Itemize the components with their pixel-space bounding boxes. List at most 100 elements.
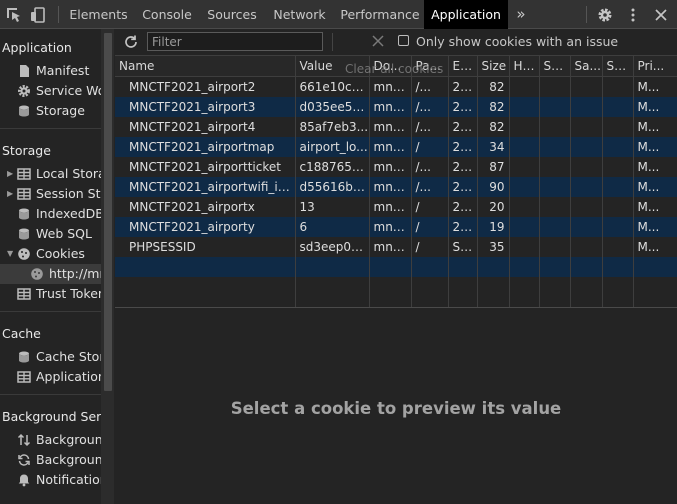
tab-sources[interactable]: Sources	[201, 0, 263, 29]
tab-network[interactable]: Network	[263, 0, 336, 29]
column-header-samesite[interactable]: Sa...	[570, 56, 603, 77]
table-cell: 35	[477, 237, 510, 257]
device-toolbar-icon[interactable]	[29, 6, 47, 24]
table-cell: mnc...	[369, 237, 412, 257]
table-cell: /...	[411, 76, 449, 97]
table-cell: mnc...	[369, 217, 412, 237]
table-cell: 20...	[448, 97, 478, 117]
table-cell: 82	[477, 97, 510, 117]
column-header-name[interactable]: Name	[115, 56, 296, 77]
table-cell: M...	[633, 97, 677, 117]
table-row[interactable]: MNCTF2021_airport4 85af7eb3... mnc.../... 2…	[115, 117, 677, 137]
table-cell	[509, 217, 540, 237]
table-cell	[509, 257, 540, 277]
table-cell	[369, 257, 412, 277]
expand-arrow-icon[interactable]: ▶	[7, 189, 13, 198]
table-cell: 20...	[448, 157, 478, 177]
table-cell	[570, 177, 603, 197]
table-cell: mnc...	[369, 117, 412, 137]
grid-table-icon	[17, 187, 31, 201]
table-cell: MNCTF2021_airportx	[115, 197, 296, 217]
table-cell	[602, 177, 634, 197]
table-cell	[570, 157, 603, 177]
table-row[interactable]: MNCTF2021_airportmap airport_lo... mnc... /…	[115, 137, 677, 157]
column-header-priority[interactable]: Pri...	[633, 56, 677, 77]
table-cell: 20...	[448, 197, 478, 217]
database-icon	[17, 207, 31, 221]
issue-filter-checkbox[interactable]	[398, 35, 409, 46]
table-cell: d035ee5d...	[295, 97, 370, 117]
table-cell	[411, 277, 449, 307]
table-row[interactable]: MNCTF2021_airportticket c1887658... mnc...…	[115, 157, 677, 177]
table-cell	[509, 76, 540, 97]
table-cell: M...	[633, 117, 677, 137]
table-cell: /...	[411, 117, 449, 137]
tab-elements[interactable]: Elements	[64, 0, 133, 29]
more-options-icon[interactable]	[624, 6, 642, 24]
refresh-icon[interactable]	[123, 34, 139, 50]
table-row[interactable]: PHPSESSID sd3eep04l... mnc... / Se... 35 M...	[115, 237, 677, 257]
section-heading-application: Application	[2, 40, 72, 55]
table-row[interactable]: MNCTF2021_airport2 661e10cb... mnc.../... 2…	[115, 76, 677, 97]
grid-table-icon	[17, 370, 31, 384]
section-divider	[0, 394, 101, 395]
table-row[interactable]: MNCTF2021_airportwifi_info d55616b6... mnc…	[115, 177, 677, 197]
cookie-preview-pane: Select a cookie to preview its value	[115, 309, 677, 504]
tab-console[interactable]: Console	[133, 0, 201, 29]
table-cell	[539, 257, 571, 277]
table-cell: MNCTF2021_airportmap	[115, 137, 296, 157]
table-cell	[448, 277, 478, 307]
table-row[interactable]: MNCTF2021_airporty 6 mnc.../20... 19 M...	[115, 217, 677, 237]
cookie-icon	[30, 267, 44, 281]
up-down-arrows-icon	[17, 433, 31, 447]
column-header-size[interactable]: Size	[477, 56, 510, 77]
settings-gear-icon[interactable]	[596, 6, 614, 24]
table-cell: 20...	[448, 137, 478, 157]
table-row[interactable]: MNCTF2021_airportx 13 mnc.../20... 20 M...	[115, 197, 677, 217]
collapse-arrow-icon[interactable]: ▼	[7, 249, 13, 258]
table-cell	[602, 257, 634, 277]
table-cell: M...	[633, 237, 677, 257]
inspect-element-icon[interactable]	[5, 6, 23, 24]
cookie-table: Name Value Do... Pa... Ex... Size Ht... …	[115, 56, 677, 307]
issue-filter-label: Only show cookies with an issue	[416, 34, 619, 49]
table-cell	[295, 277, 370, 307]
close-devtools-icon[interactable]	[652, 6, 670, 24]
clear-all-cookies-label[interactable]: Clear all cookies	[345, 62, 443, 76]
table-cell: sd3eep04l...	[295, 237, 370, 257]
tab-application[interactable]: Application	[424, 0, 508, 29]
more-tabs-button[interactable]: »	[508, 0, 534, 29]
column-header-httponly[interactable]: Ht...	[509, 56, 540, 77]
table-cell: /...	[411, 177, 449, 197]
sync-icon	[17, 453, 31, 467]
database-icon	[17, 227, 31, 241]
tab-performance[interactable]: Performance	[336, 0, 424, 29]
table-cell	[115, 277, 296, 307]
table-cell	[539, 117, 571, 137]
table-cell	[570, 257, 603, 277]
database-icon	[17, 104, 31, 118]
section-heading-background-services: Background Services	[2, 409, 113, 424]
sidebar-scrollbar-thumb[interactable]	[104, 33, 112, 391]
bell-icon	[17, 473, 31, 487]
cookies-toolbar: Only show cookies with an issue	[115, 29, 677, 56]
database-icon	[17, 350, 31, 364]
column-header-expires[interactable]: Ex...	[448, 56, 478, 77]
table-cell: MNCTF2021_airportwifi_info	[115, 177, 296, 197]
table-cell	[602, 237, 634, 257]
table-cell	[509, 117, 540, 137]
table-row[interactable]: MNCTF2021_airport3 d035ee5d... mnc.../... 2…	[115, 97, 677, 117]
table-cell: MNCTF2021_airport3	[115, 97, 296, 117]
column-header-sameparty[interactable]: Sa...	[602, 56, 634, 77]
expand-arrow-icon[interactable]: ▶	[7, 169, 13, 178]
filter-input[interactable]	[147, 32, 323, 51]
table-cell: MNCTF2021_airport2	[115, 76, 296, 97]
toolbar-divider	[586, 6, 587, 23]
clear-filter-x-icon[interactable]	[371, 34, 385, 48]
table-cell	[477, 277, 510, 307]
section-heading-cache: Cache	[2, 326, 41, 341]
cookie-table-container: Name Value Do... Pa... Ex... Size Ht... …	[115, 56, 677, 308]
column-header-secure[interactable]: Se...	[539, 56, 571, 77]
table-cell	[570, 277, 603, 307]
table-cell: 34	[477, 137, 510, 157]
